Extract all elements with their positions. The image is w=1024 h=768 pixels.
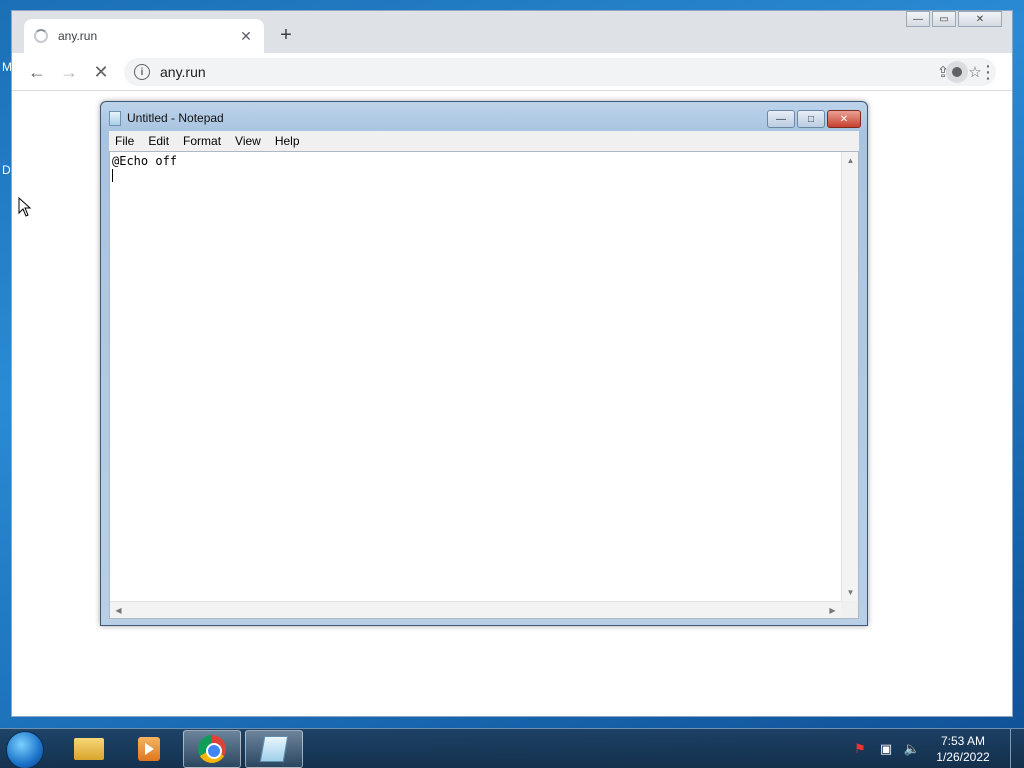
notepad-minimize-button[interactable]: —: [767, 110, 795, 128]
window-controls: — ▭ ✕: [906, 11, 1002, 27]
forward-icon[interactable]: →: [58, 61, 80, 83]
notepad-titlebar[interactable]: Untitled - Notepad: [109, 108, 224, 128]
notepad-icon: [259, 736, 289, 762]
menu-help[interactable]: Help: [275, 134, 300, 148]
taskbar-chrome[interactable]: [183, 730, 241, 768]
folder-icon: [74, 738, 104, 760]
notepad-title: Untitled - Notepad: [127, 111, 224, 125]
loading-spinner-icon: [34, 29, 48, 43]
profile-avatar-icon[interactable]: [946, 61, 968, 83]
tab-strip: any.run ✕ + — ▭ ✕: [12, 11, 1012, 53]
address-bar[interactable]: i any.run ⇪ ☆: [124, 58, 996, 86]
stop-loading-icon[interactable]: ✕: [90, 61, 112, 83]
menu-file[interactable]: File: [115, 134, 134, 148]
minimize-button[interactable]: —: [906, 11, 930, 27]
clock-date: 1/26/2022: [936, 750, 990, 764]
taskbar: ⚑ ▣ 🔈 7:53 AM 1/26/2022: [0, 728, 1024, 768]
notepad-app-icon: [109, 110, 121, 126]
restore-button[interactable]: ▭: [932, 11, 956, 27]
menu-view[interactable]: View: [235, 134, 261, 148]
new-tab-button[interactable]: +: [274, 24, 298, 48]
flag-icon[interactable]: ⚑: [850, 741, 870, 757]
notepad-close-button[interactable]: ✕: [827, 110, 861, 128]
notepad-window: Untitled - Notepad — □ ✕ File Edit Forma…: [100, 101, 868, 626]
site-info-icon[interactable]: i: [134, 64, 150, 80]
browser-menu-icon[interactable]: ⋮: [978, 61, 998, 83]
notepad-maximize-button[interactable]: □: [797, 110, 825, 128]
taskbar-explorer[interactable]: [60, 730, 118, 768]
clock-time: 7:53 AM: [940, 734, 986, 748]
tab-close-icon[interactable]: ✕: [238, 28, 254, 45]
tab-title: any.run: [58, 29, 98, 43]
notepad-text-area[interactable]: @Echo off ▲ ▼ ◀ ▶: [109, 151, 859, 619]
scroll-up-icon[interactable]: ▲: [842, 152, 859, 169]
menu-edit[interactable]: Edit: [148, 134, 169, 148]
scroll-left-icon[interactable]: ◀: [110, 602, 127, 619]
show-desktop-button[interactable]: [1010, 729, 1024, 768]
menu-format[interactable]: Format: [183, 134, 221, 148]
desktop-icon-label-fragment: D: [2, 163, 11, 177]
start-button[interactable]: [6, 731, 44, 768]
horizontal-scrollbar[interactable]: ◀ ▶: [110, 601, 841, 618]
scroll-right-icon[interactable]: ▶: [824, 602, 841, 619]
media-player-icon: [138, 737, 160, 761]
taskbar-media-player[interactable]: [120, 730, 178, 768]
notepad-menubar: File Edit Format View Help: [109, 131, 859, 151]
browser-toolbar: ← → ✕ i any.run ⇪ ☆ ⋮: [12, 53, 1012, 91]
volume-icon[interactable]: 🔈: [902, 741, 922, 757]
chrome-icon: [198, 735, 226, 763]
scroll-down-icon[interactable]: ▼: [842, 584, 859, 601]
resize-grip-icon[interactable]: [841, 601, 858, 618]
text-caret: [112, 169, 113, 182]
clock[interactable]: 7:53 AM 1/26/2022: [928, 733, 998, 765]
mouse-cursor-icon: [18, 196, 32, 220]
url-text[interactable]: any.run: [160, 64, 932, 80]
system-tray: ⚑ ▣ 🔈 7:53 AM 1/26/2022: [850, 729, 1024, 768]
network-icon[interactable]: ▣: [876, 741, 896, 757]
notepad-window-controls: — □ ✕: [765, 110, 861, 128]
tab-active[interactable]: any.run ✕: [24, 19, 264, 53]
vertical-scrollbar[interactable]: ▲ ▼: [841, 152, 858, 601]
taskbar-notepad[interactable]: [245, 730, 303, 768]
back-icon[interactable]: ←: [26, 61, 48, 83]
close-button[interactable]: ✕: [958, 11, 1002, 27]
notepad-content[interactable]: @Echo off: [112, 154, 177, 168]
